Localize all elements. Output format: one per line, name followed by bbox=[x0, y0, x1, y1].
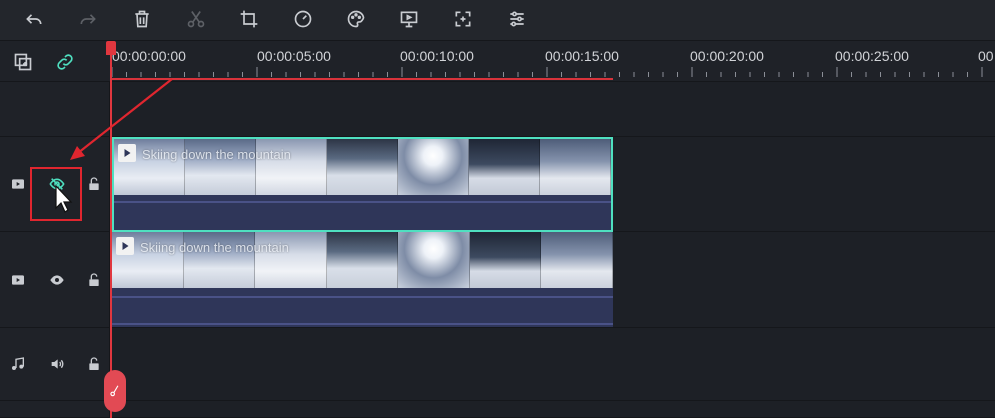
ruler-label: 00:00:15:00 bbox=[545, 48, 619, 64]
video-track-type bbox=[7, 173, 29, 195]
ruler-label: 00:00:00:00 bbox=[112, 48, 186, 64]
fit-frame-icon bbox=[455, 11, 471, 27]
track-lock-toggle[interactable] bbox=[83, 173, 105, 195]
ruler-label: 00:00:05:00 bbox=[257, 48, 331, 64]
video-clip[interactable]: Skiing down the mountain bbox=[112, 137, 613, 232]
delete-button[interactable] bbox=[126, 4, 158, 34]
redo-button[interactable] bbox=[72, 4, 104, 34]
playhead-handle[interactable] bbox=[106, 41, 116, 55]
video-track-icon bbox=[12, 275, 24, 285]
add-track-button[interactable] bbox=[10, 49, 36, 75]
scissors-icon bbox=[110, 385, 119, 397]
play-icon bbox=[122, 242, 129, 250]
clip-bottom-line bbox=[112, 323, 613, 325]
color-button[interactable] bbox=[340, 4, 372, 34]
speed-button[interactable] bbox=[287, 4, 319, 34]
undo-icon bbox=[26, 14, 42, 25]
adjust-button[interactable] bbox=[501, 4, 533, 34]
undo-button[interactable] bbox=[18, 4, 50, 34]
crop-icon bbox=[240, 10, 258, 28]
sliders-icon bbox=[510, 11, 524, 27]
annotation-highlight-box bbox=[30, 167, 82, 221]
link-button[interactable] bbox=[52, 49, 78, 75]
track-header-audio bbox=[0, 328, 110, 401]
ruler-label: 00 bbox=[978, 48, 994, 64]
track-header-video-2 bbox=[0, 232, 110, 328]
add-track-icon bbox=[14, 53, 32, 71]
audio-track[interactable] bbox=[110, 328, 995, 401]
ruler-label: 00:00:10:00 bbox=[400, 48, 474, 64]
clip-title: Skiing down the mountain bbox=[142, 147, 291, 162]
link-icon bbox=[57, 54, 73, 70]
track-empty[interactable] bbox=[110, 82, 995, 137]
timeline-header-controls bbox=[0, 41, 110, 82]
eye-icon bbox=[50, 275, 64, 285]
unlock-icon bbox=[89, 357, 99, 370]
timeline-ruler[interactable]: 00:00:00:00 00:00:05:00 00:00:10:00 00:0… bbox=[110, 41, 995, 82]
track-extra[interactable] bbox=[110, 401, 995, 418]
track-header-extra bbox=[0, 401, 110, 418]
redo-icon bbox=[80, 14, 96, 25]
clip-play-badge bbox=[118, 144, 136, 162]
speedometer-icon bbox=[294, 10, 312, 28]
fit-button[interactable] bbox=[447, 4, 479, 34]
palette-icon bbox=[347, 10, 365, 28]
ruler-in-range bbox=[110, 78, 613, 80]
video-track-icon bbox=[12, 179, 24, 189]
track-mute-toggle[interactable] bbox=[46, 353, 68, 375]
playhead[interactable] bbox=[110, 41, 112, 418]
video-clip[interactable]: Skiing down the mountain bbox=[112, 232, 613, 327]
play-icon bbox=[124, 149, 131, 157]
trash-icon bbox=[135, 10, 149, 28]
music-note-icon bbox=[12, 357, 24, 370]
playhead-split-button[interactable] bbox=[104, 370, 126, 412]
cut-button[interactable] bbox=[180, 4, 212, 34]
scissors-icon bbox=[187, 11, 205, 28]
green-screen-button[interactable] bbox=[393, 4, 425, 34]
editor-toolbar bbox=[0, 0, 995, 41]
speaker-icon bbox=[51, 359, 64, 369]
track-lock-toggle[interactable] bbox=[83, 269, 105, 291]
unlock-icon bbox=[89, 177, 99, 190]
track-header-empty bbox=[0, 82, 110, 137]
unlock-icon bbox=[89, 273, 99, 286]
ruler-label: 00:00:25:00 bbox=[835, 48, 909, 64]
clip-audio-line bbox=[114, 201, 611, 203]
ruler-label: 00:00:20:00 bbox=[690, 48, 764, 64]
clip-audio-line bbox=[112, 296, 613, 298]
presentation-icon bbox=[400, 11, 418, 28]
crop-button[interactable] bbox=[233, 4, 265, 34]
audio-track-type bbox=[7, 353, 29, 375]
track-visibility-toggle[interactable] bbox=[46, 269, 68, 291]
clip-title: Skiing down the mountain bbox=[140, 240, 289, 255]
track-lock-toggle[interactable] bbox=[83, 353, 105, 375]
clip-play-badge bbox=[116, 237, 134, 255]
video-track-type bbox=[7, 269, 29, 291]
